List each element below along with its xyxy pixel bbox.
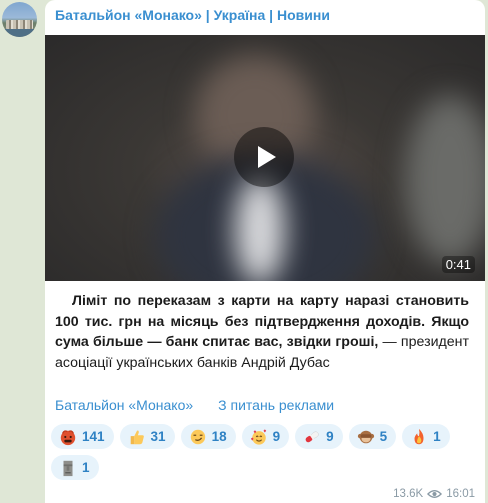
- reaction-hearts[interactable]: 9: [241, 424, 290, 449]
- video-blur-bg: [405, 95, 485, 265]
- play-icon[interactable]: [234, 127, 294, 187]
- reaction-count: 9: [326, 429, 334, 444]
- reaction-count: 31: [150, 429, 166, 444]
- message-bubble: Батальйон «Монако» | Україна | Новини 0:…: [45, 0, 485, 503]
- reaction-thumbs-up[interactable]: 31: [119, 424, 175, 449]
- reactions-bar: 141 31 18 9 9 5 1 1: [51, 424, 471, 480]
- reaction-count: 18: [211, 429, 227, 444]
- reaction-count: 1: [433, 429, 441, 444]
- reaction-count: 5: [379, 429, 388, 444]
- reaction-angry[interactable]: 141: [51, 424, 114, 449]
- message-time: 16:01: [446, 488, 475, 500]
- reaction-count: 141: [82, 429, 105, 444]
- reaction-monkey[interactable]: 5: [348, 424, 397, 449]
- hearts-face-icon: [250, 428, 266, 445]
- channel-link[interactable]: Батальйон «Монако»: [55, 397, 193, 413]
- fire-icon: [414, 428, 424, 444]
- video-player[interactable]: 0:41: [45, 35, 485, 281]
- channel-avatar[interactable]: [2, 2, 37, 37]
- reaction-count: 1: [82, 460, 90, 475]
- message-footer: 13.6K 16:01: [393, 488, 475, 500]
- views-count: 13.6K: [393, 488, 424, 500]
- reaction-pill[interactable]: 9: [295, 424, 343, 449]
- angry-face-icon: [60, 429, 76, 445]
- avatar-city: [6, 20, 33, 29]
- moai-icon: [63, 460, 73, 476]
- reaction-smirk[interactable]: 18: [180, 424, 236, 449]
- eye-icon: [427, 490, 443, 498]
- avatar-sea: [2, 29, 37, 37]
- reaction-fire[interactable]: 1: [402, 424, 450, 449]
- video-duration: 0:41: [441, 256, 475, 273]
- pill-icon: [305, 430, 319, 442]
- reaction-count: 9: [272, 429, 281, 444]
- post-caption: Ліміт по переказам з карти на карту нара…: [55, 291, 469, 373]
- ads-link[interactable]: З питань реклами: [218, 397, 334, 413]
- channel-title[interactable]: Батальйон «Монако» | Україна | Новини: [55, 7, 330, 23]
- smirking-face-icon: [190, 429, 205, 444]
- see-no-evil-monkey-icon: [357, 430, 374, 443]
- post-links: Батальйон «Монако» З питань реклами: [55, 397, 334, 413]
- video-blur-shirt: [235, 175, 285, 281]
- reaction-moai[interactable]: 1: [51, 455, 99, 480]
- thumbs-up-icon: [130, 429, 144, 444]
